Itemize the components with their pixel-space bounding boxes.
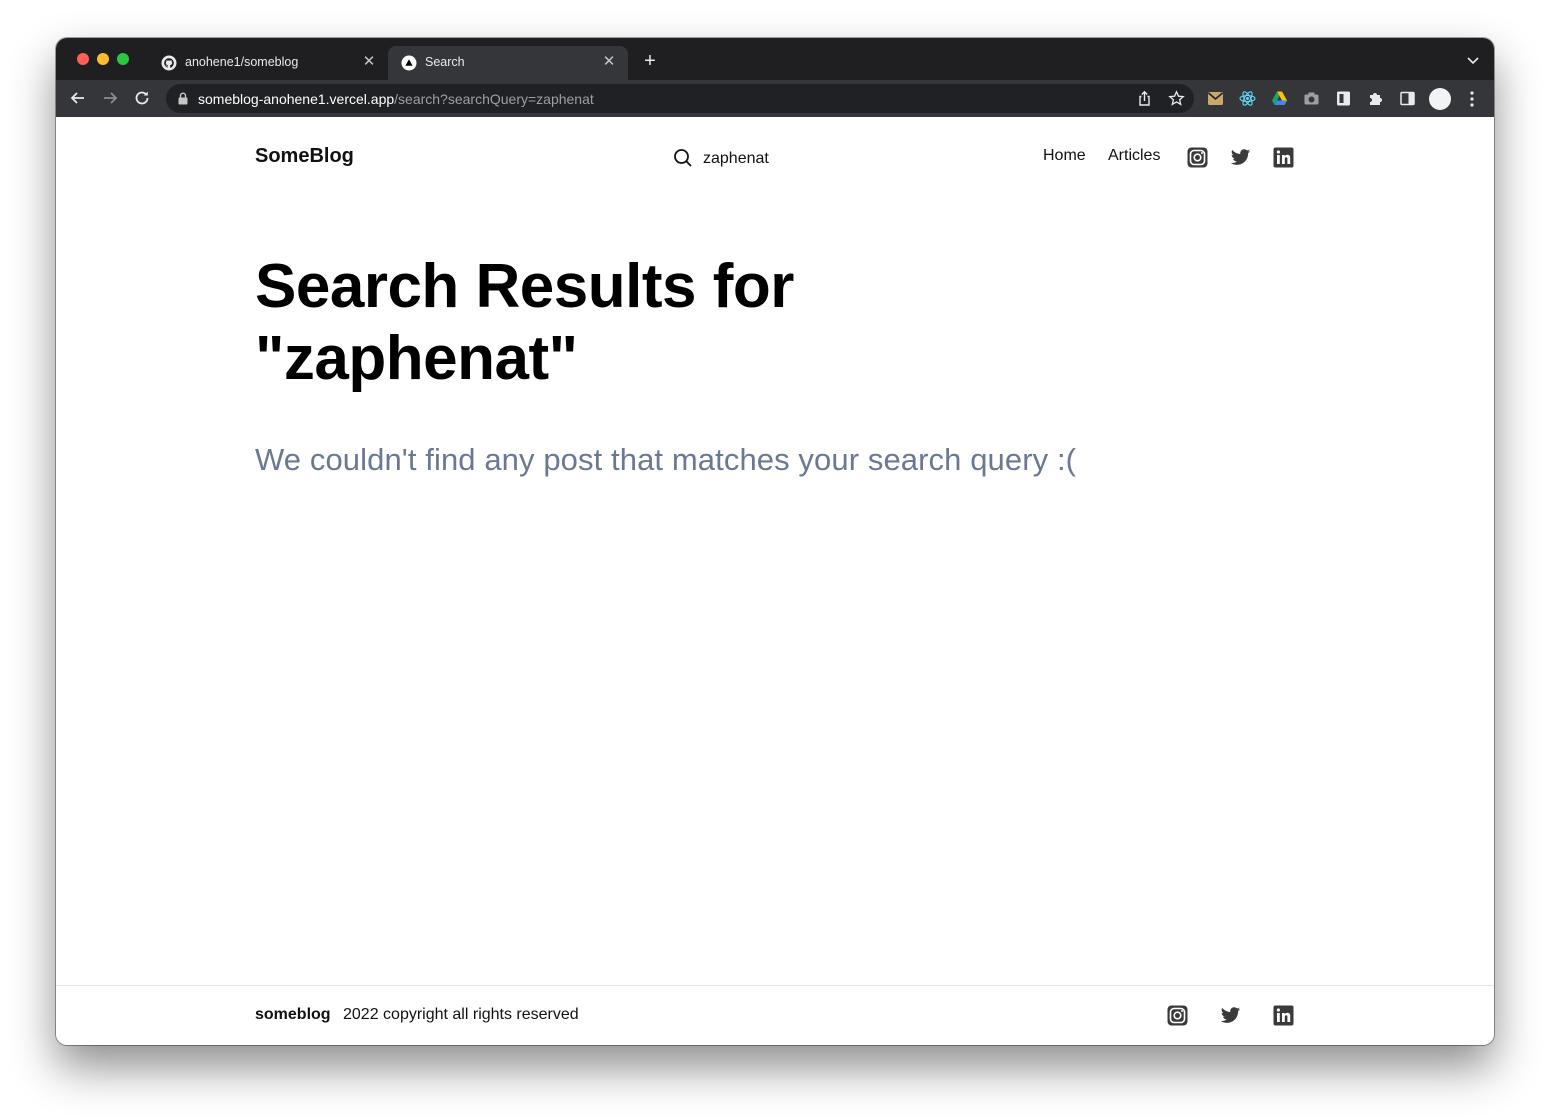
url-path: /search?searchQuery=zaphenat — [394, 91, 594, 107]
notes-extension-icon[interactable] — [1335, 90, 1352, 107]
tab-search[interactable]: Search ✕ — [388, 46, 628, 80]
nav-home-link[interactable]: Home — [1043, 147, 1086, 165]
lock-icon — [178, 92, 188, 105]
twitter-icon[interactable] — [1220, 1005, 1241, 1026]
nav-articles-link[interactable]: Articles — [1108, 147, 1160, 165]
reload-icon[interactable] — [132, 88, 152, 108]
forward-arrow-icon[interactable] — [100, 88, 120, 108]
extension-mail-icon[interactable] — [1207, 90, 1224, 107]
tab-title: anohene1/someblog — [185, 55, 299, 69]
url-host: someblog-anohene1.vercel.app — [198, 91, 395, 107]
close-icon[interactable]: ✕ — [360, 53, 378, 71]
google-drive-icon[interactable] — [1271, 90, 1288, 107]
site-footer: someblog 2022 copyright all rights reser… — [56, 985, 1494, 1045]
empty-results-message: We couldn't find any post that matches y… — [255, 442, 1077, 477]
back-arrow-icon[interactable] — [68, 88, 88, 108]
page-content: SomeBlog Home Articles Search Results fo… — [56, 117, 1494, 1045]
browser-window: anohene1/someblog ✕ Search ✕ + someblog-… — [56, 38, 1494, 1045]
twitter-icon[interactable] — [1230, 147, 1251, 168]
site-logo[interactable]: SomeBlog — [255, 145, 354, 168]
tab-title: Search — [425, 55, 465, 69]
footer-brand: someblog — [255, 1006, 331, 1023]
instagram-icon[interactable] — [1167, 1005, 1188, 1026]
share-icon[interactable] — [1136, 90, 1153, 107]
github-icon — [161, 55, 177, 71]
react-devtools-icon[interactable] — [1239, 90, 1256, 107]
side-panel-icon[interactable] — [1399, 90, 1416, 107]
new-tab-button[interactable]: + — [640, 51, 660, 71]
camera-icon[interactable] — [1303, 90, 1320, 107]
page-title: Search Results for "zaphenat" — [255, 252, 794, 393]
footer-copyright: 2022 copyright all rights reserved — [343, 1006, 579, 1023]
zoom-window-button[interactable] — [117, 53, 129, 65]
linkedin-icon[interactable] — [1273, 1005, 1294, 1026]
url-text: someblog-anohene1.vercel.app/search?sear… — [198, 91, 594, 107]
minimize-window-button[interactable] — [97, 53, 109, 65]
close-icon[interactable]: ✕ — [600, 53, 618, 71]
search-icon — [674, 149, 692, 167]
puzzle-extensions-icon[interactable] — [1367, 90, 1384, 107]
browser-toolbar: someblog-anohene1.vercel.app/search?sear… — [56, 80, 1494, 117]
vercel-icon — [401, 55, 417, 71]
linkedin-icon[interactable] — [1273, 147, 1294, 168]
search-box[interactable] — [673, 147, 873, 171]
more-menu-icon[interactable] — [1466, 90, 1478, 108]
chevron-down-icon[interactable] — [1466, 53, 1480, 67]
instagram-icon[interactable] — [1187, 147, 1208, 168]
tab-github[interactable]: anohene1/someblog ✕ — [148, 46, 388, 80]
tab-strip: anohene1/someblog ✕ Search ✕ + — [56, 38, 1494, 80]
bookmark-star-icon[interactable] — [1168, 90, 1185, 107]
profile-avatar[interactable] — [1429, 88, 1451, 110]
close-window-button[interactable] — [77, 53, 89, 65]
address-bar[interactable]: someblog-anohene1.vercel.app/search?sear… — [166, 84, 1194, 113]
search-input[interactable] — [703, 147, 873, 171]
